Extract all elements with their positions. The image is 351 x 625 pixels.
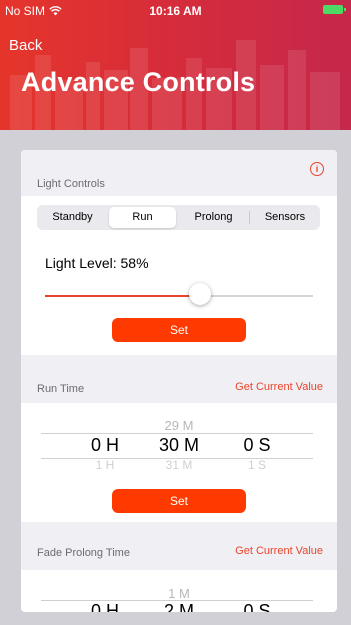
mode-segmented-control: Standby Run Prolong Sensors — [37, 205, 320, 230]
run-time-get-current-value-link[interactable]: Get Current Value — [235, 381, 323, 393]
advance-controls-panel: i Light Controls Standby Run Prolong Sen… — [21, 150, 337, 612]
fade-minutes-above: 1 M — [168, 586, 190, 601]
tab-sensors[interactable]: Sensors — [250, 205, 320, 230]
fade-prolong-label: Fade Prolong Time — [37, 547, 130, 559]
run-seconds-value: 0 S — [243, 435, 271, 455]
fade-prolong-get-current-value-link[interactable]: Get Current Value — [235, 545, 323, 557]
battery-charging-icon — [323, 5, 346, 14]
run-hours-below: 1 H — [95, 458, 115, 472]
run-time-header — [21, 355, 337, 403]
page-title: Advance Controls — [21, 67, 256, 97]
fade-seconds-value: 0 S — [243, 601, 271, 612]
run-hours-value: 0 H — [90, 435, 119, 455]
light-level-label: Light Level: 58% — [45, 255, 149, 271]
fade-prolong-picker[interactable]: 1 M 0 H 2 M 0 S — [21, 570, 337, 612]
status-bar: No SIM 10:16 AM — [0, 0, 351, 20]
back-button[interactable]: Back — [9, 37, 42, 54]
tab-standby[interactable]: Standby — [37, 205, 108, 230]
run-time-label: Run Time — [37, 383, 85, 395]
light-level-slider-thumb[interactable] — [189, 283, 212, 305]
info-icon[interactable]: i — [310, 162, 324, 176]
light-level-slider-track[interactable] — [45, 295, 313, 297]
tab-prolong[interactable]: Prolong — [178, 205, 249, 230]
run-minutes-value: 30 M — [158, 435, 200, 455]
picker-selection-line-top — [41, 433, 313, 434]
set-run-time-button[interactable]: Set — [112, 489, 246, 513]
run-seconds-below: 1 S — [247, 458, 266, 472]
run-minutes-above: 29 M — [164, 418, 194, 433]
status-time: 10:16 AM — [149, 4, 202, 18]
light-level-slider-fill — [45, 295, 201, 297]
run-minutes-below: 31 M — [165, 458, 193, 472]
light-controls-label: Light Controls — [37, 178, 105, 190]
fade-minutes-value: 2 M — [163, 601, 194, 612]
header: No SIM 10:16 AM Back Advance Controls — [0, 0, 351, 130]
set-light-level-button[interactable]: Set — [112, 318, 246, 342]
tab-run[interactable]: Run — [109, 207, 176, 228]
fade-hours-value: 0 H — [90, 601, 119, 612]
